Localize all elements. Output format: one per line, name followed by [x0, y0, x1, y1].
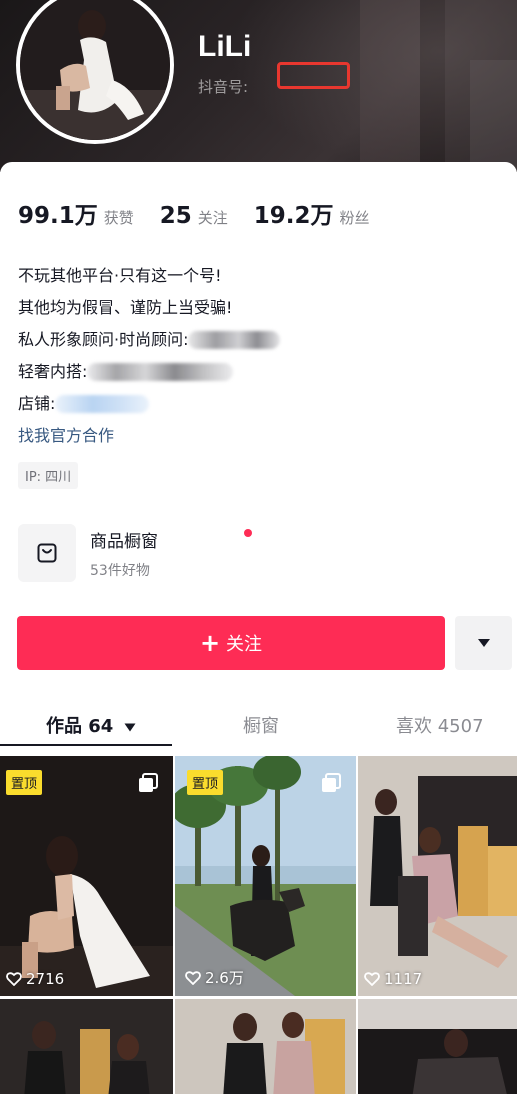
- video-tile[interactable]: 置顶 2.6万: [175, 756, 356, 996]
- tab-liked[interactable]: 喜欢 4507: [396, 712, 484, 738]
- follow-button[interactable]: + 关注: [17, 616, 445, 670]
- multi-image-icon: [322, 773, 341, 792]
- stats-row: 99.1万 获赞 25 关注 19.2万 粉丝: [18, 196, 396, 230]
- like-count-text: 2716: [26, 970, 65, 988]
- video-tile[interactable]: [358, 999, 517, 1094]
- follow-label: 关注: [226, 634, 263, 655]
- video-like-count: 2716: [6, 970, 64, 988]
- bio-line-text: 轻奢内搭:: [18, 362, 88, 381]
- triangle-down-icon: [124, 723, 136, 732]
- shop-text: 商品橱窗 53件好物: [90, 527, 252, 580]
- blurred-text: [87, 363, 234, 381]
- triangle-down-icon: [477, 639, 490, 647]
- douyin-id-highlight-box: [277, 62, 350, 89]
- pinned-badge: 置顶: [6, 770, 43, 795]
- heart-outline-icon: [185, 970, 201, 985]
- followers-label[interactable]: 粉丝: [340, 207, 370, 228]
- shop-title: 商品橱窗: [90, 531, 158, 552]
- tab-window[interactable]: 橱窗: [243, 712, 279, 738]
- bio-line: 其他均为假冒、谨防上当受骗!: [18, 298, 233, 317]
- bio-line-text: 私人形象顾问·时尚顾问:: [18, 330, 189, 349]
- notification-dot: [244, 528, 252, 537]
- bio-line: 私人形象顾问·时尚顾问:: [18, 324, 498, 356]
- profile-card: 99.1万 获赞 25 关注 19.2万 粉丝 不玩其他平台·只有这一个号! 其…: [0, 162, 517, 1094]
- bio: 不玩其他平台·只有这一个号! 其他均为假冒、谨防上当受骗! 私人形象顾问·时尚顾…: [18, 260, 498, 489]
- video-tile[interactable]: 1117: [358, 756, 517, 996]
- multi-image-icon: [139, 773, 158, 792]
- following-label[interactable]: 关注: [198, 207, 228, 228]
- more-options-button[interactable]: [455, 616, 512, 670]
- content-tabs: 作品 64 橱窗 喜欢 4507: [0, 700, 517, 748]
- shopping-bag-icon: [37, 543, 57, 563]
- video-thumbnail: [358, 756, 517, 996]
- video-thumbnail: [358, 999, 517, 1094]
- bio-line: 店铺:: [18, 388, 498, 420]
- followers-count[interactable]: 19.2万: [254, 196, 334, 230]
- nickname: LiLi: [198, 30, 252, 63]
- video-like-count: 1117: [364, 970, 422, 988]
- blurred-text: [188, 331, 281, 349]
- video-tile[interactable]: [175, 999, 356, 1094]
- cooperation-link[interactable]: 找我官方合作: [18, 420, 498, 452]
- bio-line-text: 店铺:: [18, 394, 56, 413]
- like-count-text: 1117: [384, 970, 423, 988]
- shop-window-entry[interactable]: 商品橱窗 53件好物: [18, 524, 252, 582]
- likes-label: 获赞: [103, 209, 134, 227]
- tab-works[interactable]: 作品 64: [46, 712, 136, 738]
- bio-line: 不玩其他平台·只有这一个号!: [18, 266, 222, 285]
- pinned-badge: 置顶: [187, 770, 224, 795]
- video-tile[interactable]: 置顶 2716: [0, 756, 173, 996]
- video-thumbnail: [175, 999, 356, 1094]
- shop-icon-container: [18, 524, 76, 582]
- tab-works-label: 作品 64: [46, 716, 114, 737]
- heart-outline-icon: [364, 972, 380, 986]
- shop-subtitle: 53件好物: [90, 562, 150, 579]
- following-count[interactable]: 25: [160, 203, 192, 229]
- heart-outline-icon: [6, 972, 22, 986]
- ip-location-tag: IP: 四川: [18, 462, 79, 489]
- plus-icon: +: [199, 629, 221, 657]
- bio-line: 轻奢内搭:: [18, 356, 498, 388]
- video-thumbnail: [0, 999, 173, 1094]
- active-tab-indicator: [0, 744, 172, 746]
- video-tile[interactable]: [0, 999, 173, 1094]
- like-count-text: 2.6万: [205, 969, 244, 987]
- video-like-count: 2.6万: [185, 967, 244, 988]
- avatar-image: [20, 0, 170, 140]
- blurred-link[interactable]: [55, 395, 150, 413]
- profile-header: LiLi 抖音号:: [0, 0, 517, 172]
- likes-count: 99.1万: [18, 203, 98, 229]
- douyin-id-label: 抖音号:: [198, 78, 249, 96]
